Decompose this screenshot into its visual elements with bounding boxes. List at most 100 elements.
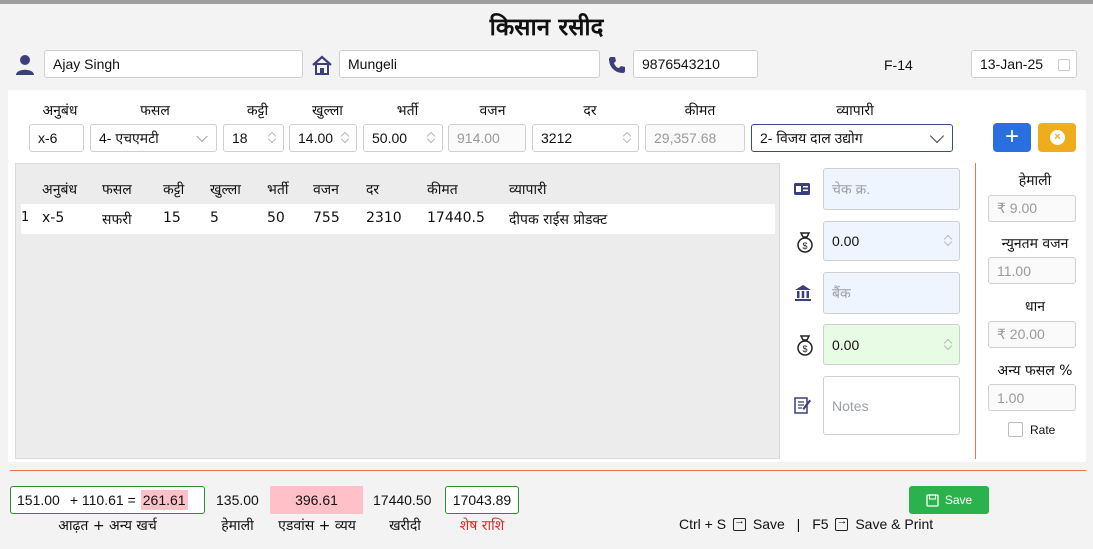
anubandh-input[interactable]: x-6 [29, 124, 84, 152]
khulla-input[interactable]: 14.00 [289, 124, 357, 152]
other-crop-value: 1.00 [997, 389, 1025, 406]
notes-icon [794, 397, 811, 414]
spinner-icon[interactable] [427, 131, 436, 145]
min-weight-value: 11.00 [997, 262, 1031, 279]
hamali-total-value: 135.00 [216, 492, 259, 508]
column-header: दर [366, 182, 380, 198]
bank-input[interactable]: बैंक [823, 272, 960, 314]
shortcut-save-key: Ctrl + S [679, 516, 727, 532]
fasal-select[interactable]: 4- एचएमटी [90, 124, 217, 152]
table-cell: 50 [267, 210, 285, 226]
table-cell: दीपक राईस प्रोडक्ट [509, 212, 608, 228]
min-weight-label: न्युनतम वजन [1001, 236, 1069, 252]
floppy-disk-icon [926, 493, 939, 507]
column-header: खुल्ला [210, 182, 241, 198]
purchase-value: 17440.50 [373, 492, 432, 508]
money-bag-icon: $ [797, 335, 813, 356]
bharti-input[interactable]: 50.00 [363, 124, 443, 152]
table-cell: 15 [163, 210, 181, 226]
spinner-icon[interactable] [341, 131, 350, 145]
receipt-number: F-14 [884, 57, 913, 73]
purchase-label: खरीदी [389, 518, 421, 534]
table-cell: सफरी [102, 212, 132, 228]
label-anubandh: अनुबंध [42, 103, 78, 119]
chevron-down-icon [196, 130, 208, 143]
cash-amount-input[interactable]: 0.00 [823, 221, 960, 261]
vyapari-value: 2- विजय दाल उद्योग [760, 129, 863, 146]
label-fasal: फसल [140, 103, 170, 119]
column-header: वजन [313, 182, 339, 198]
katti-input[interactable]: 18 [223, 124, 284, 152]
hamali-total-label: हेमाली [221, 518, 254, 534]
farmer-name-value: Ajay Singh [53, 56, 120, 72]
aadhat-total-value: 261.61 [140, 490, 188, 510]
window-top-bar [0, 0, 1093, 4]
other-crop-input[interactable]: 1.00 [988, 384, 1076, 411]
other-crop-label: अन्य फसल % [997, 363, 1073, 379]
balance-label: शेष राशि [459, 518, 505, 534]
hamali-label: हेमाली [1018, 173, 1052, 189]
dhan-rate-input[interactable]: ₹ 20.00 [988, 321, 1076, 348]
home-icon [312, 55, 332, 75]
table-cell: 5 [210, 210, 219, 226]
column-header: फसल [102, 182, 132, 198]
calendar-icon[interactable] [1058, 59, 1070, 71]
shortcut-save-label: Save [752, 516, 785, 532]
label-katti: कट्टी [246, 103, 269, 119]
shortcut-print-key: F5 [812, 516, 829, 532]
balance-value: 17043.89 [452, 492, 512, 508]
enter-key-icon [732, 515, 746, 531]
table-cell: 755 [313, 210, 340, 226]
bank-amount-input[interactable]: 0.00 [823, 324, 960, 365]
shortcut-print-label: Save & Print [855, 516, 934, 532]
notes-textarea[interactable]: Notes [823, 376, 960, 435]
column-header: कीमत [427, 182, 458, 198]
row-index: 1 [21, 210, 30, 225]
label-vajan: वजन [479, 103, 506, 119]
anubandh-value: x-6 [38, 130, 58, 146]
save-button[interactable]: Save [909, 486, 989, 514]
spinner-icon[interactable] [944, 338, 953, 352]
label-vyapari: व्यापारी [836, 103, 874, 119]
clear-button[interactable]: × [1038, 123, 1076, 152]
close-icon: × [1050, 130, 1065, 145]
phone-icon [609, 57, 625, 73]
balance-box: 17043.89 [445, 486, 519, 514]
aadhat-summary-box: 151.00 + 110.61 = 261.61 [10, 486, 205, 514]
spinner-icon[interactable] [944, 234, 953, 248]
page-title: किसान रसीद [489, 13, 604, 41]
enter-key-icon [835, 515, 849, 531]
hamali-rate-input[interactable]: ₹ 9.00 [988, 195, 1076, 222]
date-picker[interactable]: 13-Jan-25 [971, 50, 1077, 78]
label-khulla: खुल्ला [312, 103, 343, 119]
cheque-number-input[interactable]: चेक क्र. [823, 168, 960, 210]
keemat-value: 29,357.68 [654, 130, 717, 146]
table-cell: 17440.5 [427, 210, 485, 226]
keemat-input: 29,357.68 [645, 124, 745, 152]
rate-checkbox[interactable] [1008, 422, 1023, 437]
dhan-label: धान [1024, 299, 1045, 315]
keyboard-shortcuts: Ctrl + S Save | F5 Save & Print [679, 515, 934, 532]
spinner-icon[interactable] [268, 131, 277, 145]
farmer-name-input[interactable]: Ajay Singh [44, 50, 303, 78]
table-row[interactable]: 1 x-5 सफरी 15 5 50 755 2310 17440.5 दीपक… [21, 204, 775, 234]
khulla-value: 14.00 [298, 130, 334, 146]
vertical-divider [975, 163, 976, 459]
village-input[interactable]: Mungeli [339, 50, 600, 78]
rate-label: Rate [1030, 423, 1056, 437]
min-weight-input[interactable]: 11.00 [988, 257, 1076, 284]
dar-value: 3212 [541, 130, 573, 146]
column-header: अनुबंध [42, 182, 78, 198]
spinner-icon[interactable] [623, 131, 632, 145]
cash-amount-value: 0.00 [832, 233, 860, 249]
column-header: भर्ती [267, 182, 289, 198]
label-dar: दर [583, 103, 597, 119]
bank-placeholder: बैंक [832, 284, 851, 301]
phone-input[interactable]: 9876543210 [633, 50, 758, 78]
hamali-rate-value: ₹ 9.00 [997, 200, 1038, 216]
katti-value: 18 [232, 130, 248, 146]
advance-value: 396.61 [270, 486, 363, 514]
dar-input[interactable]: 3212 [532, 124, 639, 152]
vyapari-select[interactable]: 2- विजय दाल उद्योग [751, 124, 953, 152]
add-button[interactable]: + [993, 123, 1031, 152]
